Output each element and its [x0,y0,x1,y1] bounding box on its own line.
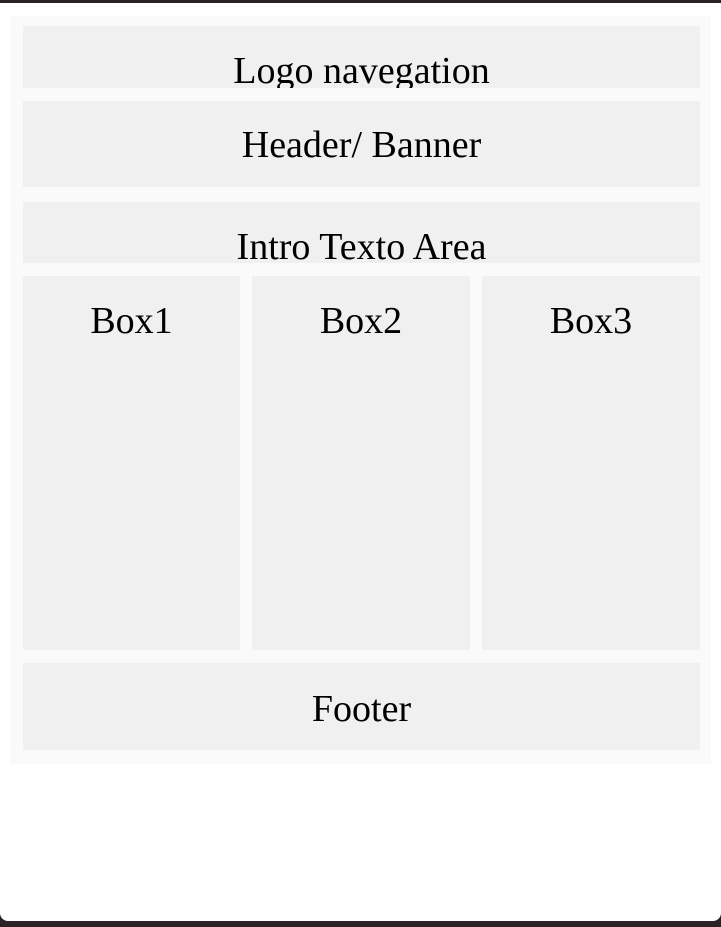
intro-text-label: Intro Texto Area [236,226,487,263]
header-banner: Header/ Banner [23,101,700,187]
browser-viewport: Logo navegation Header/ Banner Intro Tex… [0,3,721,921]
page-wrapper: Logo navegation Header/ Banner Intro Tex… [10,16,711,764]
footer-label: Footer [311,688,412,730]
header-banner-label: Header/ Banner [241,124,482,166]
logo-navigation: Logo navegation [23,26,700,88]
intro-text-area: Intro Texto Area [23,202,700,263]
box-3-label: Box3 [549,300,633,342]
box-3: Box3 [482,276,700,650]
box-1: Box1 [23,276,240,650]
box-2: Box2 [252,276,470,650]
logo-navigation-label: Logo navegation [233,50,490,88]
box-2-label: Box2 [319,300,403,342]
footer: Footer [23,663,700,750]
box-1-label: Box1 [90,300,173,342]
